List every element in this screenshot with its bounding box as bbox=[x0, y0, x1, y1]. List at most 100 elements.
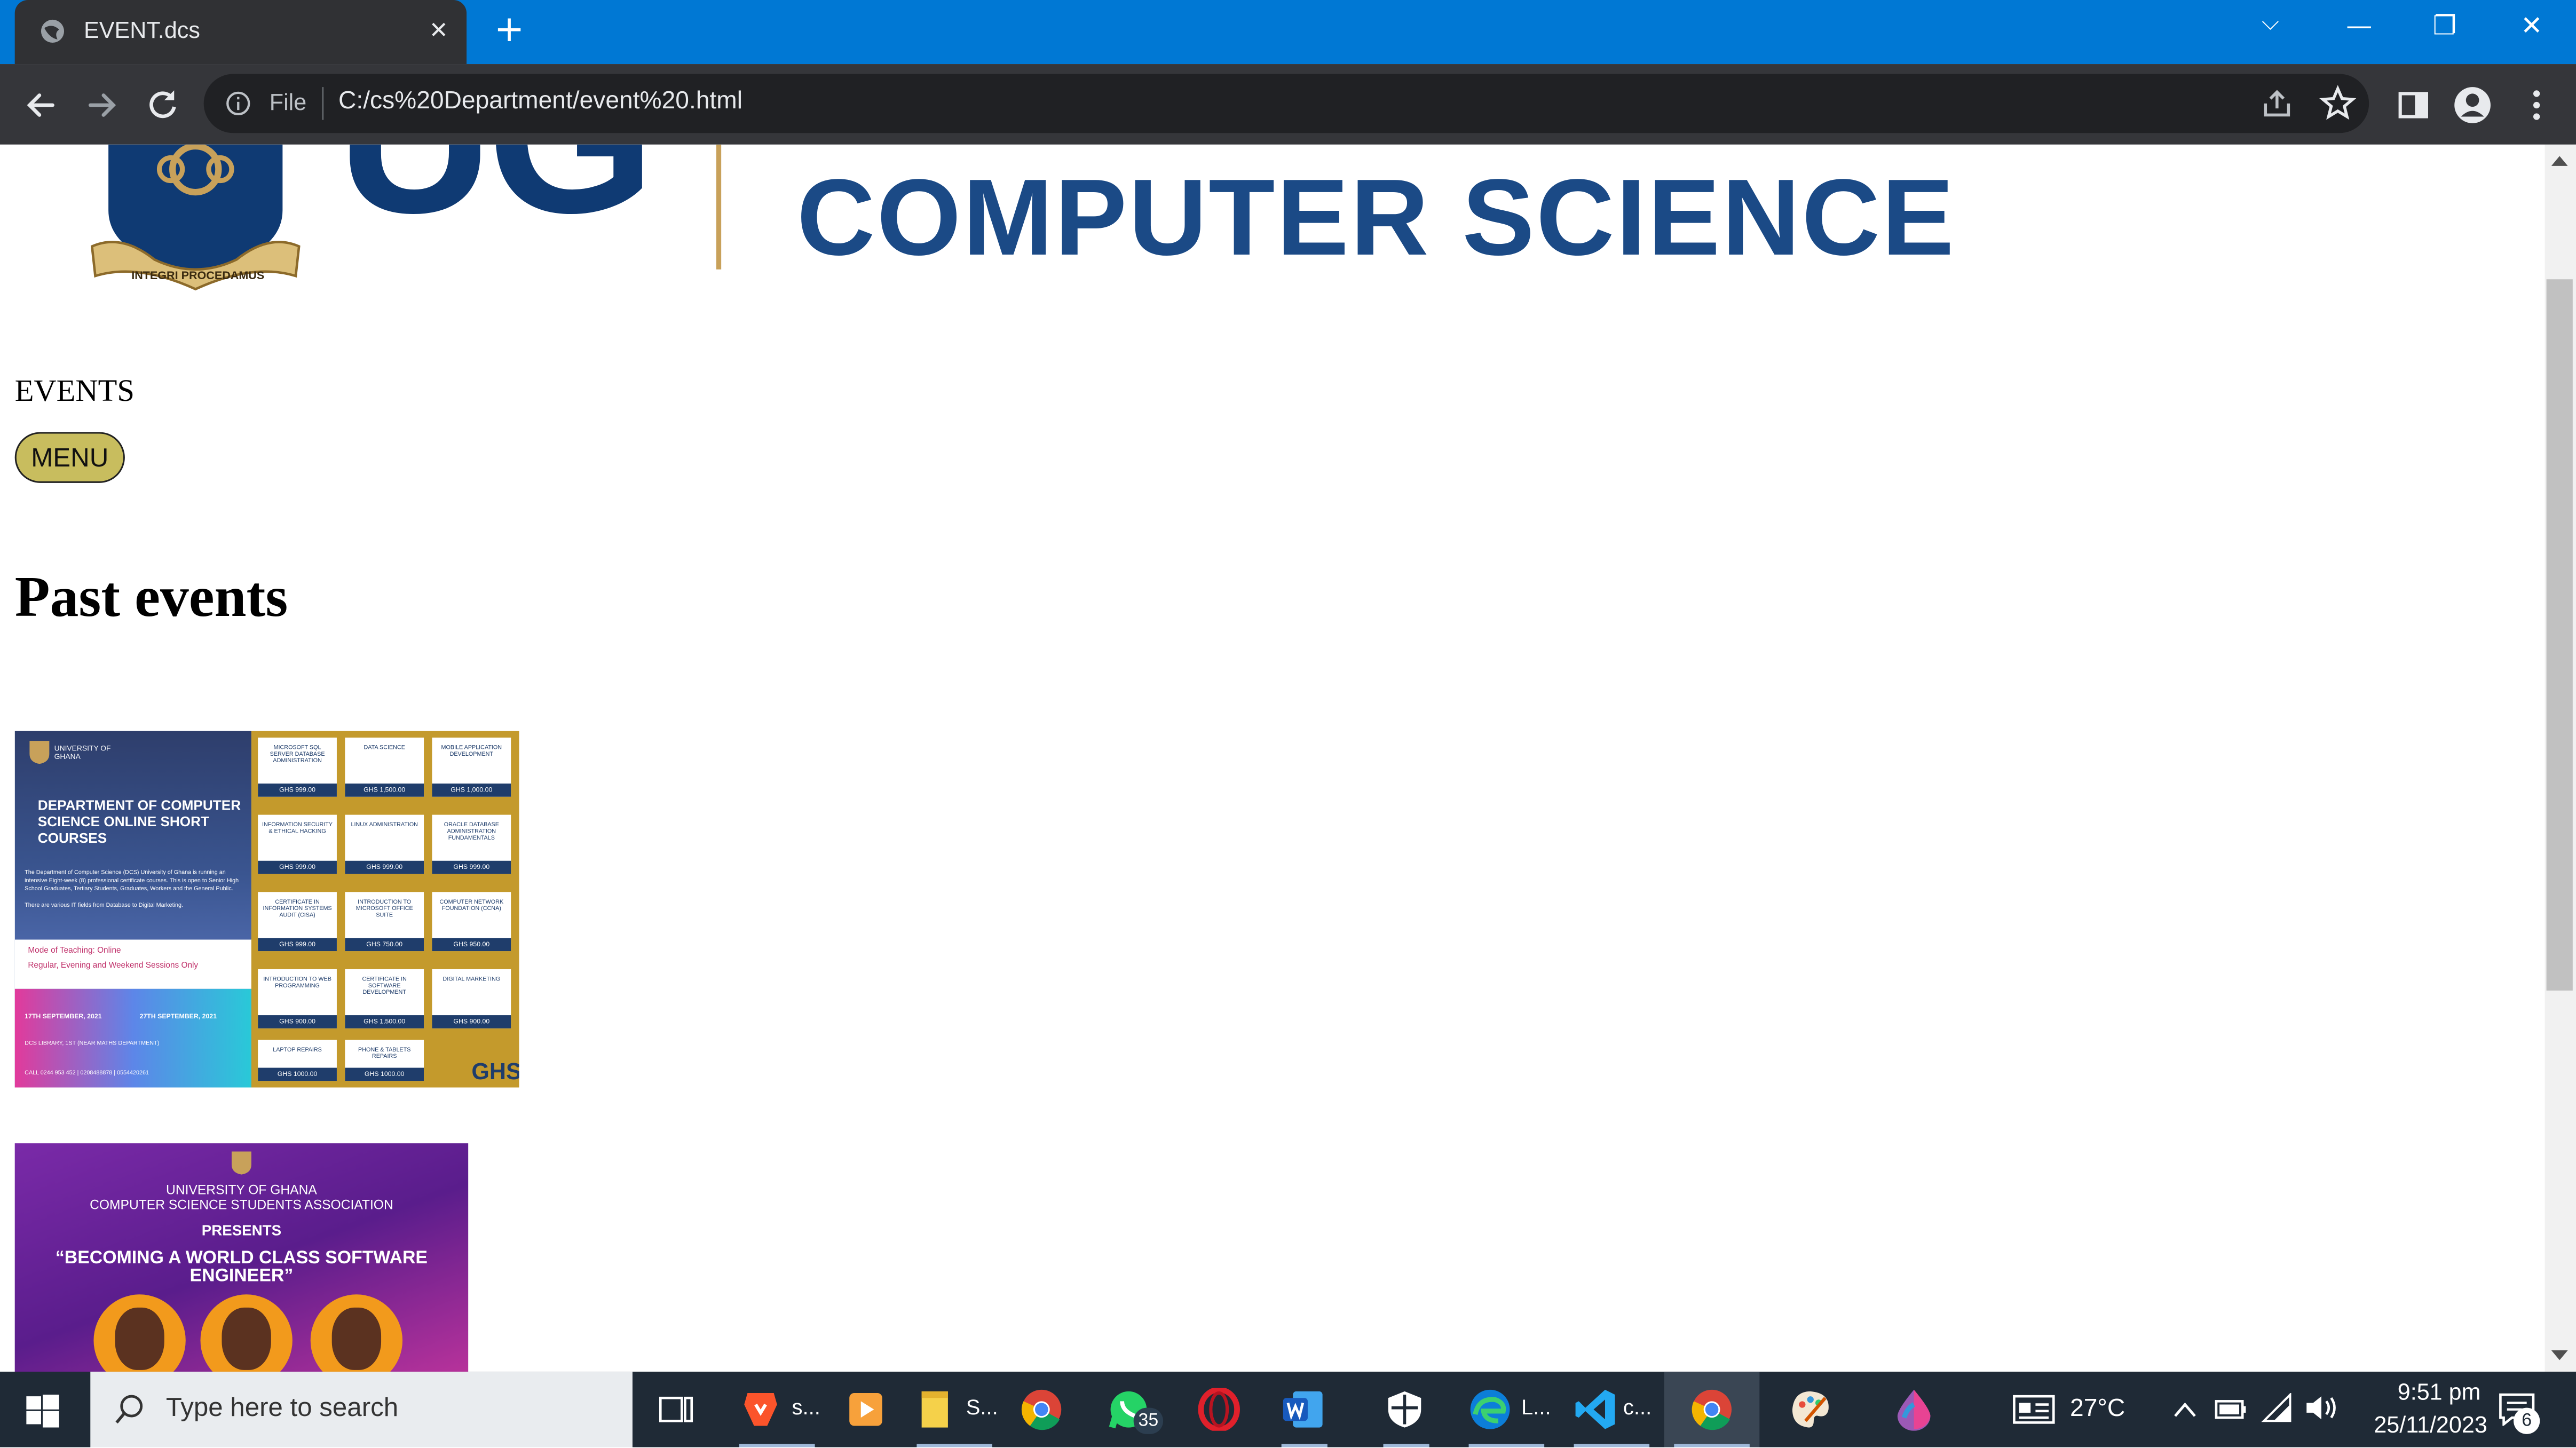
app-running-indicator bbox=[916, 1444, 992, 1447]
taskbar-app-chrome-active[interactable] bbox=[1664, 1371, 1760, 1447]
event-poster-short-courses[interactable]: UNIVERSITY OF GHANA DEPARTMENT OF COMPUT… bbox=[14, 731, 519, 1088]
notification-center-button[interactable]: 6 bbox=[2497, 1372, 2576, 1447]
tab-search-icon[interactable]: ⌵ bbox=[2238, 10, 2303, 49]
course-price: GHS 1,500.00 bbox=[345, 784, 424, 797]
scroll-down-arrow-icon[interactable] bbox=[2551, 1350, 2568, 1360]
windows-start-icon[interactable] bbox=[26, 1395, 59, 1428]
battery-icon[interactable] bbox=[2215, 1398, 2248, 1421]
taskbar-app-file-explorer[interactable]: S... bbox=[907, 1372, 1002, 1447]
page-scrollbar[interactable] bbox=[2545, 144, 2576, 1372]
course-card: DATA SCIENCE GHS 1,500.00 bbox=[345, 737, 424, 797]
course-card: DIGITAL MARKETING GHS 900.00 bbox=[432, 969, 511, 1028]
app-running-indicator bbox=[1281, 1444, 1327, 1447]
app-running-indicator bbox=[1468, 1444, 1545, 1447]
course-price: GHS 750.00 bbox=[345, 938, 424, 952]
tab-close-icon[interactable]: ✕ bbox=[422, 15, 455, 48]
course-name: INTRODUCTION TO MICROSOFT OFFICE SUITE bbox=[355, 898, 413, 919]
poster2-association: COMPUTER SCIENCE STUDENTS ASSOCIATION bbox=[90, 1197, 393, 1213]
taskbar-app-opera[interactable] bbox=[1186, 1372, 1252, 1447]
poster2-presents: PRESENTS bbox=[201, 1222, 282, 1239]
kebab-menu-icon[interactable] bbox=[2517, 85, 2556, 125]
course-price: GHS 999.00 bbox=[258, 938, 337, 952]
menu-button[interactable]: MENU bbox=[14, 432, 125, 483]
poster-badge: UNIVERSITY OF GHANA bbox=[54, 744, 111, 761]
url-text[interactable]: C:/cs%20Department/event%20.html bbox=[338, 87, 742, 115]
speaker-photo bbox=[310, 1294, 403, 1372]
info-icon[interactable] bbox=[225, 90, 251, 116]
taskbar-app-word[interactable] bbox=[1271, 1372, 1337, 1447]
new-tab-button[interactable]: + bbox=[489, 12, 529, 53]
crest-motto: INTEGRI PROCEDAMUS bbox=[131, 271, 265, 283]
course-card: INFORMATION SECURITY & ETHICAL HACKING GH… bbox=[258, 814, 337, 874]
scroll-up-arrow-icon[interactable] bbox=[2551, 156, 2568, 166]
word-icon bbox=[1283, 1391, 1323, 1428]
taskbar-app-drop[interactable] bbox=[1881, 1372, 1947, 1447]
clock-date[interactable]: 25/11/2023 bbox=[2346, 1411, 2487, 1437]
restore-button[interactable]: ❐ bbox=[2412, 10, 2477, 49]
search-placeholder: Type here to search bbox=[165, 1395, 399, 1423]
ug-logo-text: UG bbox=[337, 145, 655, 247]
poster-intro: The Department of Computer Science (DCS)… bbox=[25, 869, 239, 892]
taskbar-app-security[interactable] bbox=[1373, 1372, 1439, 1447]
course-price: GHS 1000.00 bbox=[258, 1067, 337, 1081]
speaker-photo bbox=[93, 1294, 186, 1372]
sticky-notes-icon bbox=[921, 1391, 948, 1428]
forward-icon[interactable] bbox=[79, 82, 125, 128]
course-card: PHONE & TABLETS REPAIRS GHS 1000.00 bbox=[345, 1040, 424, 1081]
speaker-photo bbox=[200, 1294, 293, 1372]
back-icon[interactable] bbox=[18, 82, 64, 128]
address-bar[interactable]: File C:/cs%20Department/event%20.html bbox=[203, 74, 2369, 133]
minimize-button[interactable]: — bbox=[2326, 10, 2392, 49]
wifi-icon[interactable] bbox=[2261, 1392, 2294, 1422]
course-price: GHS 950.00 bbox=[432, 938, 511, 952]
volume-icon[interactable] bbox=[2303, 1393, 2340, 1422]
course-card: ORACLE DATABASE ADMINISTRATION FUNDAMENT… bbox=[432, 814, 511, 874]
course-card: MICROSOFT SQL SERVER DATABASE ADMINISTRA… bbox=[258, 737, 337, 797]
course-name: CERTIFICATE IN SOFTWARE DEVELOPMENT bbox=[362, 976, 407, 996]
course-price: GHS 1000.00 bbox=[345, 1067, 424, 1081]
browser-tab[interactable]: EVENT.dcs ✕ bbox=[14, 0, 467, 65]
reload-icon[interactable] bbox=[140, 82, 186, 128]
poster-fee: GHS 50 bbox=[471, 1058, 519, 1087]
close-window-button[interactable]: ✕ bbox=[2499, 10, 2564, 49]
course-name: PHONE & TABLETS REPAIRS bbox=[358, 1046, 411, 1060]
poster-mode: Mode of Teaching: Online bbox=[28, 946, 121, 956]
media-player-icon bbox=[849, 1392, 882, 1426]
tab-title: EVENT.dcs bbox=[83, 16, 200, 43]
course-card: INTRODUCTION TO WEB PROGRAMMING GHS 900.0… bbox=[258, 969, 337, 1028]
weather-temperature[interactable]: 27°C bbox=[2070, 1395, 2125, 1422]
bookmark-star-icon[interactable] bbox=[2318, 84, 2358, 123]
course-name: MICROSOFT SQL SERVER DATABASE ADMINISTRA… bbox=[270, 744, 325, 764]
share-icon[interactable] bbox=[2257, 84, 2297, 123]
taskbar-app-media-player[interactable] bbox=[835, 1372, 900, 1447]
course-name: LAPTOP REPAIRS bbox=[273, 1046, 322, 1053]
task-view-icon[interactable] bbox=[659, 1393, 695, 1426]
taskbar-app-whatsapp[interactable]: 35 bbox=[1097, 1372, 1176, 1447]
chevron-up-icon[interactable] bbox=[2172, 1399, 2198, 1419]
scrollbar-thumb[interactable] bbox=[2546, 279, 2573, 991]
poster2-crest-icon bbox=[231, 1151, 251, 1175]
taskbar-app-label: c... bbox=[1623, 1395, 1652, 1420]
windows-taskbar: Type here to search s... S... 35 L... c.… bbox=[0, 1371, 2576, 1447]
scheme-label: File bbox=[269, 89, 307, 115]
weather-news-icon[interactable] bbox=[2012, 1395, 2055, 1424]
taskbar-app-edge[interactable]: L... bbox=[1459, 1372, 1554, 1447]
omnibox-divider bbox=[322, 87, 324, 120]
color-drop-icon bbox=[1897, 1389, 1931, 1431]
taskbar-app-brave[interactable]: s... bbox=[730, 1372, 825, 1447]
taskbar-app-label: L... bbox=[1521, 1395, 1551, 1420]
poster-venue: DCS LIBRARY, 1ST (NEAR MATHS DEPARTMENT) bbox=[25, 1040, 160, 1047]
taskbar-app-chrome[interactable] bbox=[1010, 1372, 1076, 1447]
clock-time[interactable]: 9:51 pm bbox=[2356, 1378, 2481, 1404]
side-panel-icon[interactable] bbox=[2393, 85, 2433, 125]
taskbar-search-box[interactable]: Type here to search bbox=[90, 1371, 633, 1447]
logo-divider bbox=[716, 144, 722, 270]
course-name: MOBILE APPLICATION DEVELOPMENT bbox=[441, 744, 502, 757]
course-price: GHS 900.00 bbox=[432, 1015, 511, 1028]
profile-icon[interactable] bbox=[2453, 85, 2492, 125]
taskbar-app-paint[interactable] bbox=[1777, 1372, 1843, 1447]
event-poster-software-engineer[interactable]: UNIVERSITY OF GHANA COMPUTER SCIENCE STU… bbox=[14, 1143, 469, 1372]
taskbar-app-vscode[interactable]: c... bbox=[1564, 1372, 1660, 1447]
poster-deadline: 17TH SEPTEMBER, 2021 bbox=[25, 1011, 102, 1020]
poster-start-date: 27TH SEPTEMBER, 2021 bbox=[139, 1011, 217, 1020]
